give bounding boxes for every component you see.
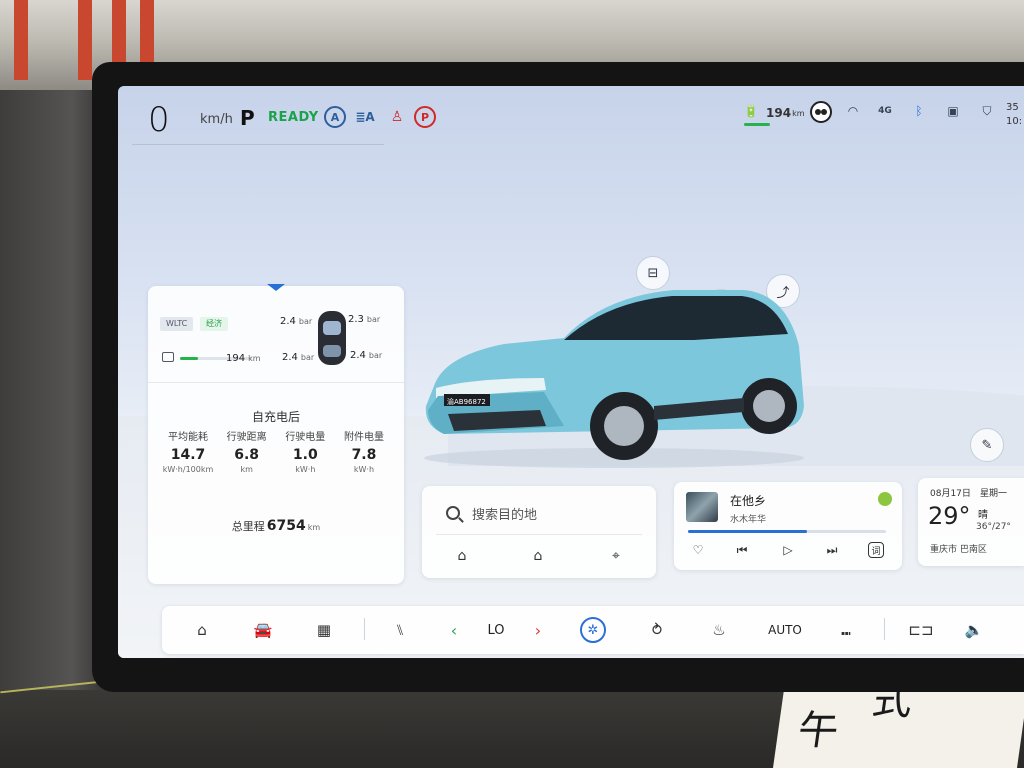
nav-location-pin-icon[interactable]: ⌖ <box>604 544 628 568</box>
song-title: 在他乡 <box>730 494 767 508</box>
bluetooth-icon: ᛒ <box>915 104 923 118</box>
playback-progress-fill <box>688 530 807 533</box>
odometer: 总里程 6754 km <box>231 518 321 534</box>
stat-accessory-energy: 附件电量 7.8 kW·h <box>343 432 384 474</box>
security-shield-icon[interactable]: ⛉ <box>978 102 996 120</box>
nav-divider <box>436 534 642 535</box>
seat-icon[interactable]: ⑊ <box>388 618 412 642</box>
apps-grid-icon[interactable]: ▦ <box>312 618 336 642</box>
navigation-card: 搜索目的地 ⌂ ⌂ ⌖ <box>422 486 656 578</box>
tire-pressure-rear-right: 2.4 bar <box>350 350 383 361</box>
battery-icon <box>162 352 174 362</box>
paper-text: 午 <box>794 708 842 754</box>
nav-work-button[interactable]: ⌂ <box>526 544 550 568</box>
search-icon[interactable] <box>446 506 460 520</box>
card-divider <box>148 382 404 383</box>
sunroof-control-icon[interactable]: ⊟ <box>636 256 670 290</box>
next-track-icon[interactable]: ⏭ <box>822 540 842 560</box>
wltc-tag: WLTC <box>160 317 194 331</box>
background-pillar <box>14 0 28 80</box>
gear-indicator: P <box>240 106 255 130</box>
weather-condition: 晴 <box>978 510 988 521</box>
infotainment-screen: 0 km/h P READY A ≣A ♙ P 🔋 194 km ◠ 4G ᛒ … <box>118 86 1024 658</box>
air-circulation-icon[interactable]: ⥁ <box>642 618 672 642</box>
album-cover[interactable] <box>686 492 718 522</box>
car-doors-icon[interactable]: ⊏⊐ <box>906 618 936 642</box>
previous-track-icon[interactable]: ⏮ <box>732 540 752 560</box>
weather-temperature: 29° <box>928 502 971 530</box>
range-value: 194 <box>766 106 792 120</box>
ready-indicator: READY <box>268 110 319 125</box>
user-avatar-panda[interactable] <box>810 101 832 123</box>
speed-value: 0 <box>148 100 170 140</box>
music-card[interactable]: 在他乡 水木年华 ♡ ⏮ ▷ ⏭ 词 <box>674 482 902 570</box>
tire-pressure-front-right: 2.3 bar <box>348 314 381 325</box>
dock-divider <box>884 618 885 640</box>
signal-4g-icon: 4G <box>878 106 892 116</box>
eco-mode-tag: 经济 <box>200 317 228 331</box>
tire-pressure-rear-left: 2.4 bar <box>282 352 315 363</box>
range-unit: km <box>792 108 805 118</box>
like-heart-icon[interactable]: ♡ <box>688 540 708 560</box>
background-pillar <box>78 0 92 80</box>
temp-decrease-chevron-left-icon[interactable]: ‹ <box>446 618 462 642</box>
range-readout: 194 km <box>766 102 805 124</box>
parking-brake-icon: P <box>414 106 436 128</box>
bottom-dock: ⌂ 🚘 ▦ ⑊ ‹ LO › ✲ ⥁ ♨ AUTO ⑉ ⊏⊐ 🔈 <box>162 606 1024 654</box>
dock-divider <box>364 618 365 640</box>
dashcam-icon[interactable]: ▣ <box>944 102 962 120</box>
weather-card[interactable]: 08月17日 星期一 29° 晴 36°/27° 重庆市 巴南区 <box>918 478 1024 566</box>
speed-unit: km/h <box>200 112 233 127</box>
since-charge-title: 自充电后 <box>251 410 300 424</box>
range-bar <box>744 123 770 126</box>
license-plate-text: 渝AB96872 <box>447 398 486 406</box>
music-app-icon[interactable] <box>878 492 892 506</box>
status-divider <box>132 144 384 145</box>
climate-auto-button[interactable]: AUTO <box>766 618 804 642</box>
vehicle-icon[interactable]: 🚘 <box>250 618 276 642</box>
lyrics-button[interactable]: 词 <box>868 542 884 558</box>
stat-drive-energy: 行驶电量 1.0 kW·h <box>285 432 326 474</box>
seat-heating-icon[interactable]: ⑉ <box>834 618 858 642</box>
weather-weekday: 星期一 <box>980 489 1008 499</box>
battery-level-fill <box>180 357 198 360</box>
volume-icon[interactable]: 🔈 <box>962 618 986 642</box>
rear-defrost-icon[interactable]: ♨ <box>706 618 732 642</box>
weather-city: 重庆市 巴南区 <box>930 545 987 555</box>
energy-stats: 平均能耗 14.7 kW·h/100km 行驶距离 6.8 km 行驶电量 1.… <box>160 428 392 474</box>
play-icon[interactable]: ▷ <box>778 540 798 560</box>
battery-range-icon: 🔋 <box>743 104 759 118</box>
weather-date: 08月17日 <box>930 489 971 499</box>
vehicle-info-card[interactable]: WLTC 经济 2.4 bar 2.3 bar 2.4 bar 2.4 bar 194 k… <box>148 284 404 584</box>
artist-name: 水木年华 <box>730 515 767 525</box>
temp-increase-chevron-right-icon[interactable]: › <box>530 618 546 642</box>
weather-range: 36°/27° <box>976 522 1011 532</box>
fan-icon[interactable]: ✲ <box>580 617 606 643</box>
seatbelt-warning-icon: ♙ <box>390 109 404 125</box>
stat-avg-consumption: 平均能耗 14.7 kW·h/100km <box>162 432 214 474</box>
wifi-icon: ◠ <box>847 104 859 118</box>
card-range: 194 km <box>226 353 261 364</box>
auto-headlight-icon: ≣A <box>355 110 375 124</box>
auto-hold-icon: A <box>324 106 346 128</box>
tire-pressure-front-left: 2.4 bar <box>280 316 313 327</box>
clock-clipped: 10: <box>1006 115 1023 127</box>
destination-search-input[interactable]: 搜索目的地 <box>472 504 537 523</box>
tire-car-top-view-icon <box>318 311 346 365</box>
vehicle-3d-model <box>424 290 804 468</box>
stat-distance: 行驶距离 6.8 km <box>226 432 267 474</box>
collapse-indicator[interactable] <box>267 284 285 291</box>
nav-home-button[interactable]: ⌂ <box>450 544 474 568</box>
temperature-setting[interactable]: LO <box>484 618 508 642</box>
dashboard-bottom <box>0 690 800 768</box>
home-icon[interactable]: ⌂ <box>190 618 214 642</box>
car-settings-icon[interactable]: ✎ <box>970 428 1004 462</box>
